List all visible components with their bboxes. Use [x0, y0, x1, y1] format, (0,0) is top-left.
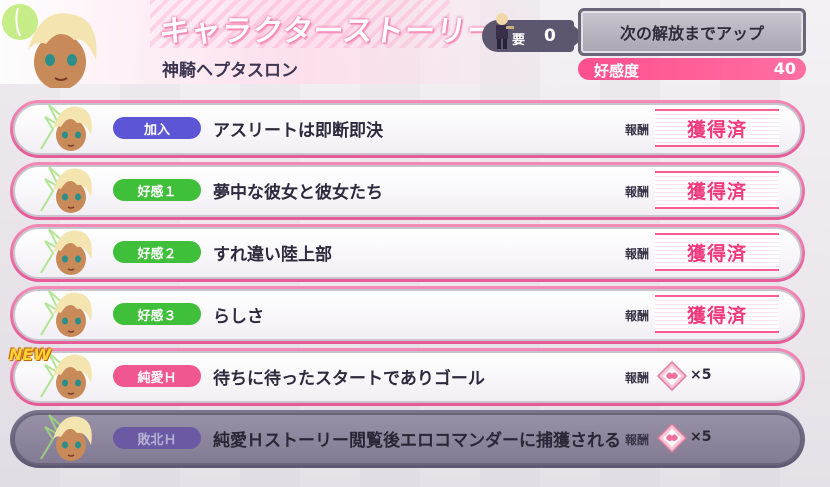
gem-icon — [656, 360, 688, 392]
story-row-body: 加入 アスリートは即断即決 報酬 獲得済 — [13, 103, 802, 155]
story-row-body: 敗北Ｈ 純愛Ｈストーリー閲覧後エロコマンダーに捕獲される 報酬 ×5 — [13, 413, 802, 465]
story-thumbnail — [37, 285, 97, 343]
reward-obtained-stamp: 獲得済 — [655, 171, 779, 209]
reward-obtained-stamp: 獲得済 — [655, 109, 779, 147]
story-thumbnail — [37, 223, 97, 281]
story-tag: 加入 — [113, 117, 201, 139]
story-row[interactable]: 好感１ 夢中な彼女と彼女たち 報酬 獲得済 — [10, 162, 805, 220]
story-title: 夢中な彼女と彼女たち — [213, 183, 383, 203]
screen-title: キャラクターストーリー — [157, 14, 501, 49]
unlock-up-button[interactable]: 次の解放までアップ — [578, 8, 806, 56]
reward-count: ×5 — [690, 429, 712, 445]
story-thumbnail — [37, 99, 97, 157]
header: キャラクターストーリー 神騎ヘプタスロン 要 0 次の解放までアップ 好感度 4… — [0, 0, 830, 88]
story-row[interactable]: 好感２ すれ違い陸上部 報酬 獲得済 — [10, 224, 805, 282]
reward-label: 報酬 — [625, 123, 650, 137]
story-thumbnail — [37, 161, 97, 219]
story-title: すれ違い陸上部 — [213, 245, 332, 265]
story-tag: 好感２ — [113, 241, 201, 263]
reward-count: ×5 — [690, 367, 712, 383]
story-tag: 純愛Ｈ — [113, 365, 201, 387]
story-row[interactable]: 好感３ らしさ 報酬 獲得済 — [10, 286, 805, 344]
requirement-value: 0 — [544, 26, 556, 46]
story-row-body: 好感２ すれ違い陸上部 報酬 獲得済 — [13, 227, 802, 279]
new-badge: NEW — [9, 345, 51, 364]
character-name: 神騎ヘプタスロン — [162, 61, 298, 81]
gem-icon — [656, 422, 688, 454]
affinity-value: 40 — [773, 59, 796, 78]
story-row[interactable]: 敗北Ｈ 純愛Ｈストーリー閲覧後エロコマンダーに捕獲される 報酬 ×5 — [10, 410, 805, 468]
affinity-bar: 好感度 40 — [578, 58, 806, 80]
reward-label: 報酬 — [625, 309, 650, 323]
story-row[interactable]: 加入 アスリートは即断即決 報酬 獲得済 — [10, 100, 805, 158]
story-row[interactable]: NEW 純愛Ｈ 待ちに待ったスタートでありゴール 報酬 ×5 — [9, 345, 805, 406]
requirement-counter: 要 0 — [482, 13, 586, 52]
reward-label: 報酬 — [625, 433, 650, 447]
story-tag: 敗北Ｈ — [113, 427, 201, 449]
story-title: 待ちに待ったスタートでありゴール — [213, 369, 485, 389]
affinity-label: 好感度 — [594, 62, 640, 80]
requirement-label: 要 — [512, 33, 526, 48]
story-title: 純愛Ｈストーリー閲覧後エロコマンダーに捕獲される — [213, 431, 621, 451]
reward-obtained-stamp: 獲得済 — [655, 233, 779, 271]
story-title: アスリートは即断即決 — [213, 121, 383, 141]
story-thumbnail — [37, 409, 97, 467]
reward-label: 報酬 — [625, 185, 650, 199]
reward-label: 報酬 — [625, 247, 650, 261]
character-portrait — [2, 4, 97, 88]
story-row-body: 好感１ 夢中な彼女と彼女たち 報酬 獲得済 — [13, 165, 802, 217]
story-row-body: NEW 純愛Ｈ 待ちに待ったスタートでありゴール 報酬 ×5 — [9, 345, 802, 403]
story-row-body: 好感３ らしさ 報酬 獲得済 — [13, 289, 802, 341]
story-tag: 好感３ — [113, 303, 201, 325]
reward-label: 報酬 — [625, 371, 650, 385]
story-tag: 好感１ — [113, 179, 201, 201]
reward-obtained-stamp: 獲得済 — [655, 295, 779, 333]
story-title: らしさ — [213, 307, 264, 327]
